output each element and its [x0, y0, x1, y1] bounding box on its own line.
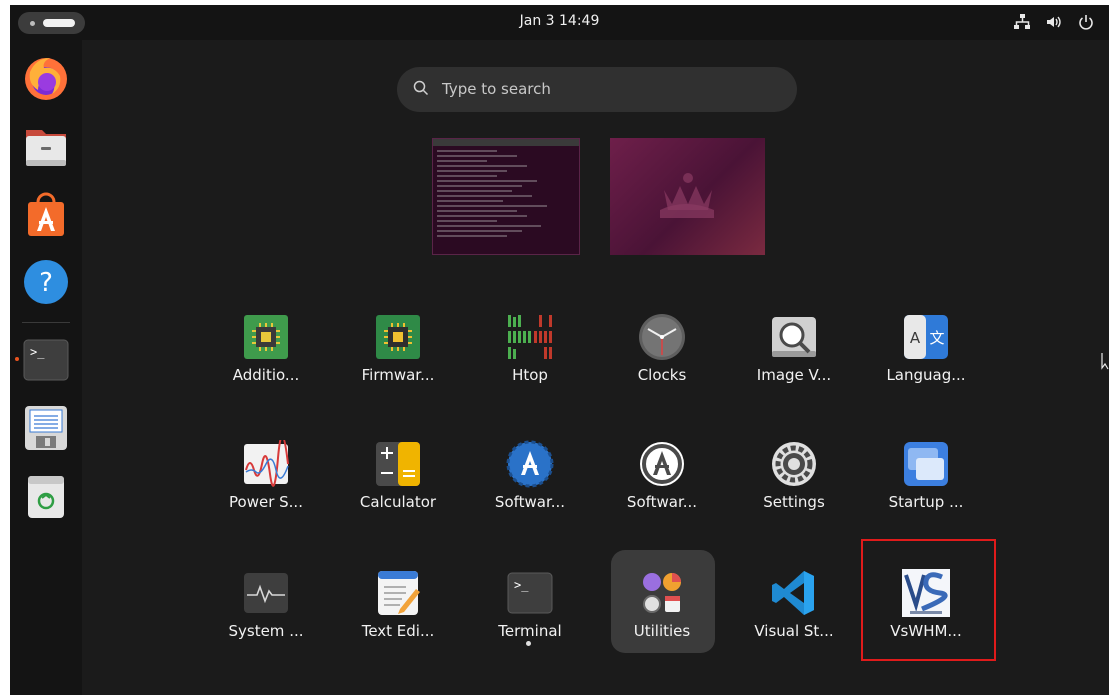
software-updater-icon: [506, 440, 554, 488]
app-htop[interactable]: Htop: [475, 305, 585, 405]
svg-text:?: ?: [39, 268, 53, 298]
page-indicator-dot[interactable]: [526, 641, 531, 646]
app-center-icon: [28, 192, 64, 236]
app-label: Visual St...: [754, 622, 834, 640]
firefox-icon: [25, 58, 67, 100]
app-label: Utilities: [633, 622, 691, 640]
app-text-editor[interactable]: Text Edi...: [343, 561, 453, 661]
svg-text:>_: >_: [30, 345, 45, 359]
dock-app-center[interactable]: [22, 190, 70, 238]
startup-apps-icon: [904, 442, 948, 486]
app-calculator[interactable]: Calculator: [343, 432, 453, 532]
app-label: Calculator: [359, 493, 437, 511]
app-power-statistics[interactable]: Power S...: [211, 432, 321, 532]
app-label: Startup ...: [888, 493, 964, 511]
software-properties-icon: [640, 442, 684, 486]
app-additional-drivers[interactable]: Additio...: [211, 305, 321, 405]
top-bar: Jan 3 14:49: [10, 5, 1109, 40]
vscode-icon: [772, 571, 814, 615]
running-indicator: [15, 357, 19, 361]
app-label: Htop: [512, 366, 548, 384]
files-icon: [26, 130, 66, 166]
app-utilities-folder[interactable]: Utilities: [607, 561, 717, 661]
settings-gear-icon: [772, 442, 816, 486]
calculator-icon: [376, 442, 420, 486]
volume-icon[interactable]: [1045, 13, 1063, 31]
app-visual-studio-code[interactable]: Visual St...: [739, 561, 849, 661]
terminal-icon: >_: [507, 572, 553, 614]
app-label: Image V...: [756, 366, 832, 384]
app-label: Power S...: [229, 493, 303, 511]
utilities-folder-icon: [643, 573, 681, 613]
app-settings[interactable]: Settings: [739, 432, 849, 532]
app-system-monitor[interactable]: System ...: [211, 561, 321, 661]
app-terminal[interactable]: >_ Terminal: [475, 561, 585, 661]
svg-text:文: 文: [929, 329, 944, 347]
app-clocks[interactable]: Clocks: [607, 305, 717, 405]
terminal-window-preview: [433, 139, 579, 237]
search-bar[interactable]: Type to search: [397, 67, 797, 112]
app-label: System ...: [228, 622, 304, 640]
app-label: Clocks: [637, 366, 687, 384]
dock-separator: [22, 322, 70, 323]
app-label: Languag...: [886, 366, 966, 384]
workspace-thumbnail-desktop[interactable]: [610, 138, 765, 255]
workspace-thumbnail-terminal[interactable]: [432, 138, 580, 255]
app-startup-applications[interactable]: Startup ...: [871, 432, 981, 532]
app-label: Softwar...: [626, 493, 698, 511]
language-icon: A文: [904, 315, 948, 359]
clock-icon: [639, 314, 685, 360]
network-icon[interactable]: [1013, 13, 1031, 31]
desktop-screen: Jan 3 14:49 ? >_ Type to search Additio.…: [10, 5, 1109, 695]
search-placeholder[interactable]: Type to search: [442, 80, 551, 98]
highlight-box: [861, 539, 996, 661]
help-icon: ?: [24, 260, 68, 304]
save-disk-icon: [25, 406, 67, 450]
app-software-updater[interactable]: Softwar...: [475, 432, 585, 532]
search-icon: [413, 80, 429, 96]
ubuntu-wallpaper-icon: [660, 173, 714, 218]
app-label: Text Edi...: [361, 622, 435, 640]
htop-bars-icon: [506, 313, 554, 361]
app-label: Terminal: [498, 622, 562, 640]
dock-firefox[interactable]: [22, 54, 70, 102]
dock-trash[interactable]: [22, 472, 70, 520]
app-label: Softwar...: [494, 493, 566, 511]
image-viewer-icon: [772, 317, 816, 357]
terminal-icon: >_: [23, 339, 69, 381]
app-label: Settings: [763, 493, 825, 511]
app-firmware-updater[interactable]: Firmwar...: [343, 305, 453, 405]
trash-icon: [28, 476, 64, 518]
dock-files[interactable]: [22, 122, 70, 170]
firmware-chip-icon: [376, 315, 420, 359]
clock[interactable]: Jan 3 14:49: [10, 13, 1109, 29]
power-stats-icon: [244, 440, 289, 487]
power-icon[interactable]: [1077, 13, 1095, 31]
dock-help[interactable]: ?: [22, 258, 70, 306]
app-language-support[interactable]: A文 Languag...: [871, 305, 981, 405]
pointer-cursor-icon: [1101, 353, 1109, 370]
app-label: Firmwar...: [361, 366, 435, 384]
dock: ? >_: [10, 40, 82, 695]
system-monitor-icon: [244, 573, 288, 613]
app-image-viewer[interactable]: Image V...: [739, 305, 849, 405]
svg-text:>_: >_: [514, 578, 529, 592]
text-editor-icon: [378, 571, 420, 615]
chip-icon: [244, 315, 288, 359]
dock-text-editor[interactable]: [22, 404, 70, 452]
system-tray[interactable]: [1013, 13, 1095, 31]
svg-text:A: A: [910, 329, 921, 347]
app-software-properties[interactable]: Softwar...: [607, 432, 717, 532]
dock-terminal[interactable]: >_: [22, 336, 70, 384]
app-label: Additio...: [232, 366, 300, 384]
